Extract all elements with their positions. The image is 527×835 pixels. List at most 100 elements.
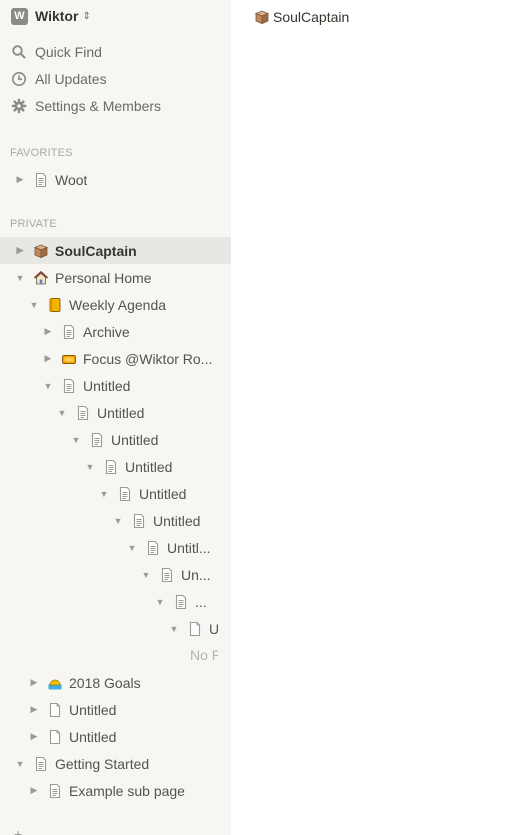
sidebar-item-label: Un... xyxy=(181,566,211,583)
page-icon xyxy=(89,432,105,448)
private-section-header: PRIVATE xyxy=(10,218,57,230)
sidebar-item-untitled[interactable]: ▼ Untitled xyxy=(0,507,231,534)
collapse-arrow-icon[interactable]: ▼ xyxy=(15,759,25,769)
collapse-arrow-icon[interactable]: ▼ xyxy=(57,408,67,418)
sidebar-item-label: Untitled xyxy=(69,728,117,745)
blank-page-icon xyxy=(47,729,63,745)
sidebar-item-label: Focus @Wiktor Ro... xyxy=(83,350,213,367)
sidebar-item-woot[interactable]: ▶ Woot xyxy=(0,166,231,193)
quick-find-label: Quick Find xyxy=(35,44,102,60)
blank-page-icon xyxy=(47,702,63,718)
sidebar-item-untitled[interactable]: ▼ Untitled xyxy=(0,480,231,507)
sidebar-item-label: Untitled xyxy=(153,512,201,529)
breadcrumb[interactable]: SoulCaptain xyxy=(254,8,349,26)
sidebar-item-untitled[interactable]: ▶ Untitled xyxy=(0,723,231,750)
page-icon xyxy=(61,378,77,394)
sidebar-item-label: U xyxy=(209,620,218,637)
sidebar-item-label: ... xyxy=(195,593,207,610)
sidebar-item-label: Getting Started xyxy=(55,755,150,772)
sidebar-item-label: Untitl... xyxy=(167,539,211,556)
page-icon xyxy=(33,172,49,188)
sidebar-item-example-sub-page[interactable]: ▶ Example sub page xyxy=(0,777,231,804)
sidebar-item-untitled[interactable]: ▶ Untitled xyxy=(0,696,231,723)
sidebar: W Wiktor ⇕ Quick Find All Updates Settin… xyxy=(0,0,231,835)
sidebar-item-label: Untitled xyxy=(69,701,117,718)
sidebar-item-untitled[interactable]: ▼ Untitled xyxy=(0,399,231,426)
page-icon xyxy=(47,783,63,799)
sidebar-item-archive[interactable]: ▶ Archive xyxy=(0,318,231,345)
page-icon xyxy=(75,405,91,421)
sidebar-item-label: Untitled xyxy=(111,431,159,448)
sidebar-item-label: Example sub page xyxy=(69,782,185,799)
collapse-arrow-icon[interactable]: ▼ xyxy=(15,273,25,283)
main-content xyxy=(231,0,527,835)
sidebar-item-2018-goals[interactable]: ▶ 2018 Goals xyxy=(0,669,231,696)
collapse-arrow-icon[interactable]: ▼ xyxy=(43,381,53,391)
expand-arrow-icon[interactable]: ▶ xyxy=(29,677,39,688)
page-icon xyxy=(61,324,77,340)
box-emoji-icon xyxy=(33,243,49,259)
gear-icon xyxy=(11,98,27,114)
sidebar-item-soulcaptain[interactable]: ▶ SoulCaptain xyxy=(0,237,231,264)
sunrise-emoji-icon xyxy=(47,675,63,691)
collapse-arrow-icon[interactable]: ▼ xyxy=(113,516,123,526)
expand-arrow-icon[interactable]: ▶ xyxy=(29,785,39,796)
sidebar-item-label: Weekly Agenda xyxy=(69,296,167,313)
house-emoji-icon xyxy=(33,270,49,286)
sidebar-item-label: Archive xyxy=(83,323,130,340)
page-icon xyxy=(33,756,49,772)
collapse-arrow-icon[interactable]: ▼ xyxy=(169,624,179,634)
page-icon xyxy=(103,459,119,475)
sidebar-item-untitled[interactable]: ▼ Untitled xyxy=(0,372,231,399)
collapse-arrow-icon[interactable]: ▼ xyxy=(71,435,81,445)
sidebar-item-focus[interactable]: ▶ Focus @Wiktor Ro... xyxy=(0,345,231,372)
workspace-switcher[interactable]: W Wiktor ⇕ xyxy=(11,6,91,26)
sidebar-item-label: Personal Home xyxy=(55,269,152,286)
sidebar-item-getting-started[interactable]: ▼ Getting Started xyxy=(0,750,231,777)
sidebar-item-label: Untitled xyxy=(125,458,173,475)
sidebar-item-weekly-agenda[interactable]: ▼ Weekly Agenda xyxy=(0,291,231,318)
collapse-arrow-icon[interactable]: ▼ xyxy=(141,570,151,580)
sidebar-item-untitled[interactable]: ▼ Un... xyxy=(0,561,231,588)
quick-find-button[interactable]: Quick Find xyxy=(11,42,102,62)
collapse-arrow-icon[interactable]: ▼ xyxy=(85,462,95,472)
workspace-name: Wiktor xyxy=(35,8,79,24)
collapse-arrow-icon[interactable]: ▼ xyxy=(99,489,109,499)
expand-arrow-icon[interactable]: ▶ xyxy=(29,704,39,715)
sidebar-item-label: SoulCaptain xyxy=(55,242,137,259)
sidebar-item-untitled[interactable]: ▼ ... xyxy=(0,588,231,615)
workspace-logo: W xyxy=(11,7,28,25)
collapse-arrow-icon[interactable]: ▼ xyxy=(155,597,165,607)
favorites-section-header: FAVORITES xyxy=(10,147,73,159)
blank-page-icon xyxy=(187,621,203,637)
collapse-arrow-icon[interactable]: ▼ xyxy=(29,300,39,310)
collapse-arrow-icon[interactable]: ▼ xyxy=(127,543,137,553)
page-icon xyxy=(159,567,175,583)
page-icon xyxy=(145,540,161,556)
all-updates-button[interactable]: All Updates xyxy=(11,69,107,89)
new-page-button[interactable]: + xyxy=(14,826,22,835)
expand-arrow-icon[interactable]: ▶ xyxy=(15,245,25,256)
sidebar-item-untitled[interactable]: ▼ Untitled xyxy=(0,453,231,480)
expand-arrow-icon[interactable]: ▶ xyxy=(43,353,53,364)
sidebar-item-label: 2018 Goals xyxy=(69,674,141,691)
sidebar-item-label: Untitled xyxy=(97,404,145,421)
sidebar-item-label: Untitled xyxy=(83,377,131,394)
settings-members-button[interactable]: Settings & Members xyxy=(11,96,161,116)
expand-arrow-icon[interactable]: ▶ xyxy=(29,731,39,742)
all-updates-label: All Updates xyxy=(35,71,107,87)
notebook-emoji-icon xyxy=(47,297,63,313)
page-icon xyxy=(173,594,189,610)
no-pages-inside-text: No P xyxy=(190,647,218,663)
sidebar-item-untitled[interactable]: ▼ Untitl... xyxy=(0,534,231,561)
sidebar-item-untitled[interactable]: ▼ U xyxy=(0,615,231,642)
clock-icon xyxy=(12,72,26,86)
expand-arrow-icon[interactable]: ▶ xyxy=(43,326,53,337)
page-icon xyxy=(131,513,147,529)
settings-members-label: Settings & Members xyxy=(35,98,162,114)
sidebar-item-untitled[interactable]: ▼ Untitled xyxy=(0,426,231,453)
search-icon xyxy=(12,45,26,59)
expand-arrow-icon[interactable]: ▶ xyxy=(15,174,25,185)
breadcrumb-label: SoulCaptain xyxy=(273,9,350,25)
sidebar-item-personal-home[interactable]: ▼ Personal Home xyxy=(0,264,231,291)
